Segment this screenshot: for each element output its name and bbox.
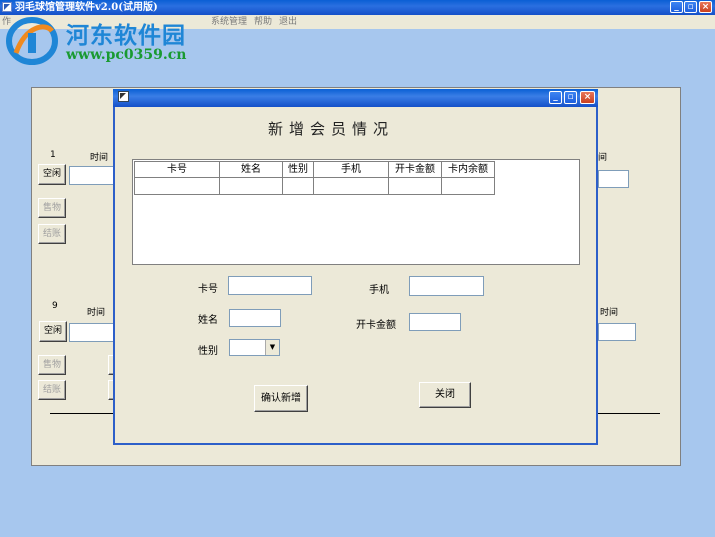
table-header-phone[interactable]: 手机 [313, 161, 389, 178]
minimize-icon[interactable]: _ [549, 91, 562, 104]
dropdown-arrow-icon[interactable]: ▼ [265, 340, 279, 355]
name-input[interactable] [229, 309, 281, 327]
restore-icon[interactable]: ▫ [684, 1, 697, 13]
gender-label: 性别 [198, 346, 218, 357]
court-time-label: 时间 [87, 308, 106, 318]
watermark-url: www.pc0359.cn [66, 47, 187, 63]
phone-label: 手机 [369, 285, 389, 296]
phone-input[interactable] [409, 276, 484, 296]
court-status-button[interactable]: 空闲 [39, 321, 67, 342]
dialog-app-icon[interactable] [118, 91, 129, 102]
table-cell[interactable] [313, 177, 389, 195]
table-header-balance[interactable]: 卡内余额 [441, 161, 495, 178]
table-cell[interactable] [282, 177, 314, 195]
court-number: 9 [52, 301, 58, 311]
court-number: 1 [50, 150, 56, 160]
minimize-icon[interactable]: _ [670, 1, 683, 13]
close-button[interactable]: 关闭 [419, 382, 471, 408]
confirm-add-button[interactable]: 确认新增 [254, 385, 308, 412]
shop-button[interactable]: 售物 [38, 198, 66, 218]
court-time-field[interactable] [69, 166, 114, 185]
card-no-input[interactable] [228, 276, 312, 295]
court-time-field[interactable] [598, 323, 636, 341]
app-icon[interactable] [2, 2, 12, 12]
close-icon[interactable]: × [580, 91, 595, 104]
card-no-label: 卡号 [198, 284, 218, 295]
restore-icon[interactable]: ▫ [564, 91, 577, 104]
checkout-button[interactable]: 结账 [38, 380, 66, 400]
name-label: 姓名 [198, 315, 218, 326]
divider [50, 413, 113, 414]
dialog-heading: 新增会员情况 [268, 120, 395, 138]
court-time-label: 间 [598, 153, 608, 163]
court-time-field[interactable] [69, 323, 114, 342]
open-amount-input[interactable] [409, 313, 461, 331]
watermark-name: 河东软件园 [66, 23, 186, 49]
table-header-name[interactable]: 姓名 [219, 161, 283, 178]
open-amount-label: 开卡金额 [356, 320, 396, 331]
table-cell[interactable] [441, 177, 495, 195]
divider [598, 413, 660, 414]
app-title: 羽毛球馆管理软件v2.0(试用版) [15, 2, 158, 13]
shop-button[interactable]: 售物 [38, 355, 66, 375]
table-header-card[interactable]: 卡号 [134, 161, 220, 178]
watermark-logo [6, 17, 58, 65]
table-cell[interactable] [219, 177, 283, 195]
table-cell[interactable] [388, 177, 442, 195]
court-time-label: 时间 [600, 308, 619, 318]
court-time-label: 时间 [90, 153, 109, 163]
close-icon[interactable]: × [699, 1, 712, 13]
court-status-button[interactable]: 空闲 [38, 164, 66, 185]
new-member-dialog [113, 89, 598, 445]
checkout-button[interactable]: 结账 [38, 224, 66, 244]
court-time-field[interactable] [598, 170, 629, 188]
table-header-gender[interactable]: 性别 [282, 161, 314, 178]
dialog-titlebar [113, 89, 598, 107]
menu-item-help[interactable]: 帮助 [254, 15, 272, 29]
table-cell[interactable] [134, 177, 220, 195]
menu-item-exit[interactable]: 退出 [279, 15, 297, 29]
gender-select[interactable]: ▼ [229, 339, 280, 356]
table-header-open-amount[interactable]: 开卡金额 [388, 161, 442, 178]
menu-item-system[interactable]: 系统管理 [211, 15, 247, 29]
